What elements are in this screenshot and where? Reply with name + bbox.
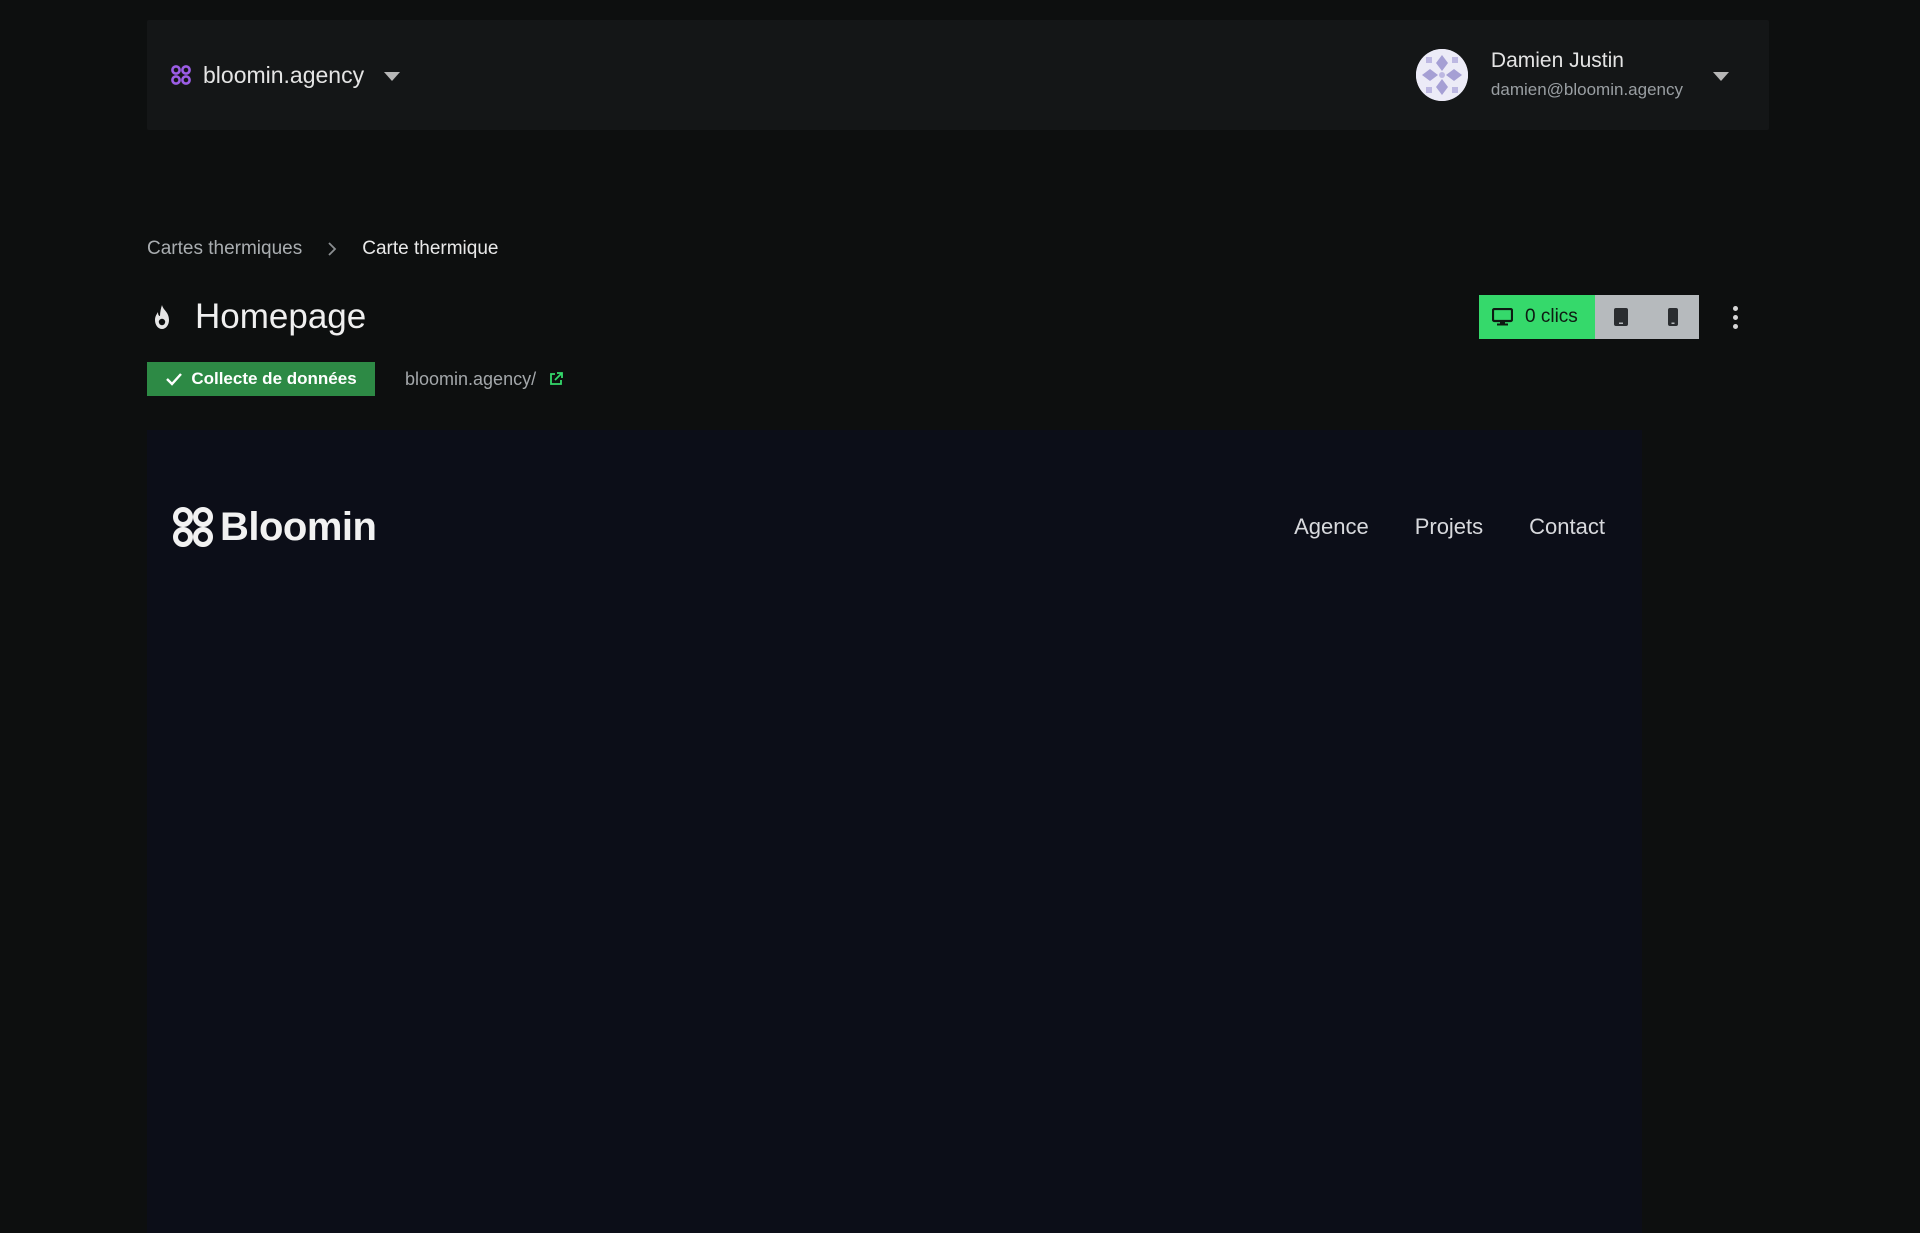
status-badge: Collecte de données [147,362,375,396]
site-url: bloomin.agency/ [405,368,537,389]
status-label: Collecte de données [191,369,357,388]
site-nav-projets[interactable]: Projets [1415,514,1483,540]
page-title-row: Homepage [147,292,366,342]
mobile-icon [1668,308,1678,326]
user-name: Damien Justin [1490,49,1624,72]
flame-icon [155,305,169,329]
mobile-device-button[interactable] [1647,295,1699,339]
site-brand-name: Bloomin [220,504,377,549]
clicks-count: 0 clics [1525,306,1578,327]
desktop-device-button[interactable]: 0 clics [1479,295,1595,339]
chevron-right-icon [328,242,337,256]
org-logo-icon [171,65,191,85]
tablet-device-button[interactable] [1595,295,1647,339]
check-icon [166,373,183,386]
site-brand: Bloomin [172,504,377,549]
device-switch: 0 clics [1479,295,1699,339]
chevron-down-icon [1713,72,1729,81]
site-nav: Agence Projets Contact [1248,506,1605,548]
breadcrumb-parent-link[interactable]: Cartes thermiques [147,238,302,260]
site-nav-contact[interactable]: Contact [1529,514,1605,540]
user-menu[interactable]: Damien Justin damien@bloomin.agency [1415,20,1729,130]
breadcrumb: Cartes thermiques Carte thermique [147,237,498,261]
heatmap-preview: Bloomin Agence Projets Contact [147,430,1642,1233]
bloomin-logo-icon [173,507,213,547]
org-switcher[interactable]: bloomin.agency [171,20,401,130]
tablet-icon [1614,308,1628,326]
top-bar: bloomin.agency Damien Justin damien@bloo… [147,20,1769,130]
more-vertical-icon[interactable] [1723,301,1747,333]
site-nav-agence[interactable]: Agence [1294,514,1369,540]
site-url-link[interactable]: bloomin.agency/ [405,362,564,396]
breadcrumb-current: Carte thermique [362,238,499,259]
external-link-icon [550,372,563,385]
page-title: Homepage [195,297,367,336]
user-email: damien@bloomin.agency [1490,80,1683,99]
chevron-down-icon [384,72,401,81]
desktop-icon [1492,308,1513,326]
org-name: bloomin.agency [203,61,365,88]
avatar [1415,49,1468,101]
